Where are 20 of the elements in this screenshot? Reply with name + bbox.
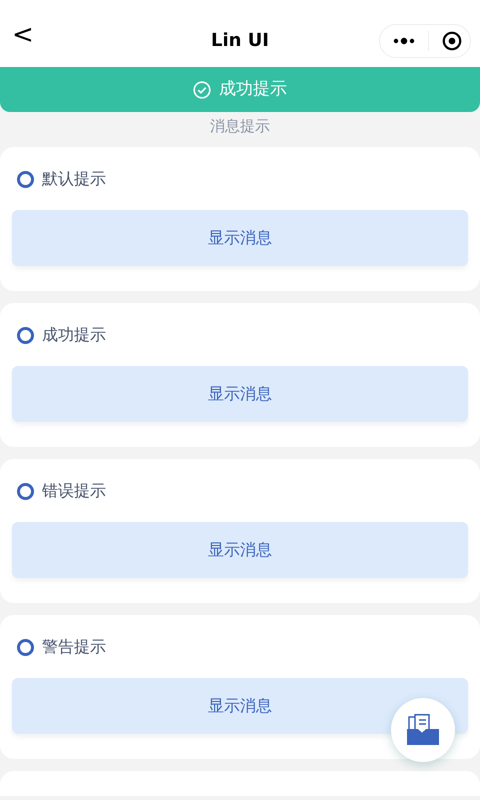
- ring-icon: [17, 482, 34, 500]
- demo-title: 警告提示: [42, 636, 106, 658]
- show-message-button[interactable]: 显示消息: [12, 678, 468, 734]
- more-icon[interactable]: [393, 37, 415, 45]
- show-message-button[interactable]: 显示消息: [12, 522, 468, 578]
- back-button[interactable]: <: [12, 22, 34, 48]
- show-message-button[interactable]: 显示消息: [12, 366, 468, 422]
- page-title: Lin UI: [210, 28, 270, 52]
- section-heading: 消息提示: [210, 117, 270, 135]
- inbox-icon: [406, 714, 440, 746]
- demo-title: 错误提示: [42, 480, 106, 502]
- ring-icon: [17, 326, 34, 344]
- show-message-button[interactable]: 显示消息: [12, 210, 468, 266]
- ring-icon: [17, 170, 34, 188]
- demo-title: 默认提示: [42, 168, 106, 190]
- close-icon[interactable]: [442, 31, 462, 51]
- success-toast: 成功提示: [0, 67, 480, 112]
- ring-icon: [17, 638, 34, 656]
- check-circle-icon: [193, 80, 211, 98]
- demo-title: 成功提示: [42, 324, 106, 346]
